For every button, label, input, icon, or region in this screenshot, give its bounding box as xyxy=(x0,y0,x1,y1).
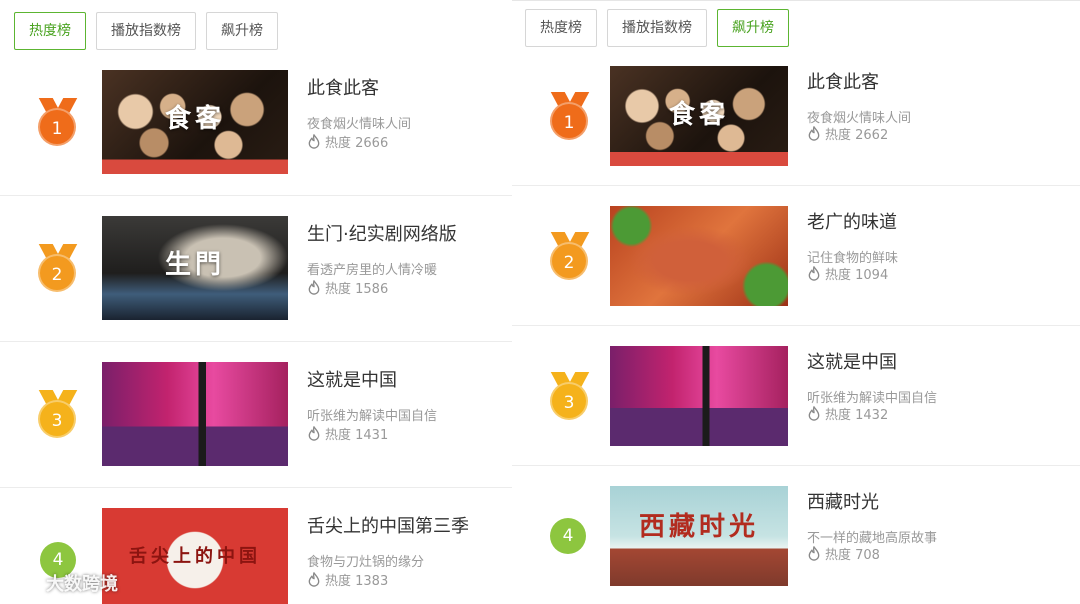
ranking-tabs: 热度榜 播放指数榜 飙升榜 xyxy=(14,12,278,50)
item-title[interactable]: 此食此客 xyxy=(307,74,411,100)
item-info: 生门·纪实剧网络版 看透产房里的人情冷暖 热度 1586 xyxy=(307,220,457,297)
item-subtitle: 食物与刀灶锅的缘分 xyxy=(307,555,425,570)
list-item[interactable]: 1 食客 此食此客 夜食烟火情味人间 热度 2666 xyxy=(0,50,512,196)
rank-number: 4 xyxy=(550,518,586,554)
video-thumbnail[interactable] xyxy=(102,362,288,466)
heat-value: 热度 1094 xyxy=(825,268,889,283)
item-info: 此食此客 夜食烟火情味人间 热度 2666 xyxy=(307,74,412,151)
tab-play-index-ranking[interactable]: 播放指数榜 xyxy=(96,12,196,50)
flame-icon xyxy=(308,280,320,295)
list-item[interactable]: 2 生門 生门·纪实剧网络版 看透产房里的人情冷暖 热度 1586 xyxy=(0,196,512,342)
rank-number: 1 xyxy=(38,108,76,146)
list-item[interactable]: 2 老广的味道 记住食物的鲜味 热度 1094 xyxy=(512,186,1080,326)
gold-medal-icon: 1 xyxy=(550,92,590,144)
tab-rising-ranking[interactable]: 飙升榜 xyxy=(717,9,789,47)
watermark-text: 大数跨境 xyxy=(46,574,118,595)
item-title[interactable]: 此食此客 xyxy=(807,68,911,94)
heat-value: 热度 2662 xyxy=(825,128,889,143)
item-info: 西藏时光 不一样的藏地高原故事 热度 708 xyxy=(807,488,937,563)
flame-icon xyxy=(308,426,320,441)
thumbnail-title: 西藏时光 xyxy=(638,512,759,542)
item-info: 舌尖上的中国第三季 食物与刀灶锅的缘分 热度 1383 xyxy=(307,512,469,589)
heat-stat: 热度 1094 xyxy=(807,264,888,283)
ranking-panel-right: 热度榜 播放指数榜 飙升榜 1 食客 此食此客 夜食烟火情味人间 热度 2662 xyxy=(512,0,1080,604)
item-title[interactable]: 舌尖上的中国第三季 xyxy=(307,512,469,538)
ranking-panel-left: 热度榜 播放指数榜 飙升榜 1 食客 此食此客 夜食烟火情味人间 热度 2666 xyxy=(0,0,512,604)
list-item[interactable]: 4 西藏时光 西藏时光 不一样的藏地高原故事 热度 708 xyxy=(512,466,1080,604)
heat-value: 热度 1586 xyxy=(325,282,389,297)
flame-icon xyxy=(308,572,320,587)
heat-value: 热度 1431 xyxy=(325,428,389,443)
item-subtitle: 夜食烟火情味人间 xyxy=(307,117,412,132)
heat-stat: 热度 2662 xyxy=(807,124,888,143)
heat-value: 热度 1432 xyxy=(825,408,889,423)
flame-icon xyxy=(808,406,820,421)
item-info: 这就是中国 听张维为解读中国自信 热度 1432 xyxy=(807,348,937,423)
heat-value: 热度 2666 xyxy=(325,136,389,151)
heat-stat: 热度 1431 xyxy=(307,424,388,443)
tab-rising-ranking[interactable]: 飙升榜 xyxy=(206,12,278,50)
video-thumbnail[interactable]: 西藏时光 xyxy=(610,486,788,586)
ranking-tabs: 热度榜 播放指数榜 飙升榜 xyxy=(525,9,789,47)
flame-icon xyxy=(808,266,820,281)
video-thumbnail[interactable]: 舌尖上的中国 xyxy=(102,508,288,604)
video-thumbnail[interactable]: 食客 xyxy=(610,66,788,166)
item-subtitle: 看透产房里的人情冷暖 xyxy=(307,263,438,278)
list-item[interactable]: 3 这就是中国 听张维为解读中国自信 热度 1432 xyxy=(512,326,1080,466)
item-title[interactable]: 西藏时光 xyxy=(807,488,937,514)
video-thumbnail[interactable]: 食客 xyxy=(102,70,288,174)
rank-number: 3 xyxy=(550,382,588,420)
thumbnail-title: 食客 xyxy=(668,100,729,130)
rank-number: 2 xyxy=(38,254,76,292)
video-thumbnail[interactable] xyxy=(610,346,788,446)
ranking-list: 1 食客 此食此客 夜食烟火情味人间 热度 2666 2 生門 生门·纪实剧网络… xyxy=(0,50,512,604)
thumbnail-title: 食客 xyxy=(164,104,225,134)
bronze-medal-icon: 3 xyxy=(38,390,78,442)
tab-play-index-ranking[interactable]: 播放指数榜 xyxy=(607,9,707,47)
tab-heat-ranking[interactable]: 热度榜 xyxy=(525,9,597,47)
heat-value: 热度 708 xyxy=(825,548,880,563)
rank-number: 2 xyxy=(550,242,588,280)
item-title[interactable]: 这就是中国 xyxy=(807,348,937,374)
rank-number: 3 xyxy=(38,400,76,438)
bronze-medal-icon: 3 xyxy=(550,372,590,424)
heat-stat: 热度 708 xyxy=(807,544,880,563)
flame-icon xyxy=(308,134,320,149)
thumbnail-title: 生門 xyxy=(164,250,225,280)
heat-stat: 热度 1383 xyxy=(307,570,388,589)
gold-medal-icon: 1 xyxy=(38,98,78,150)
watermark: 大数跨境 xyxy=(8,570,118,596)
heat-stat: 热度 1586 xyxy=(307,278,388,297)
chat-bubble-icon xyxy=(10,574,38,593)
item-info: 老广的味道 记住食物的鲜味 热度 1094 xyxy=(807,208,898,283)
heat-stat: 热度 2666 xyxy=(307,132,388,151)
flame-icon xyxy=(808,126,820,141)
item-info: 这就是中国 听张维为解读中国自信 热度 1431 xyxy=(307,366,438,443)
heat-stat: 热度 1432 xyxy=(807,404,888,423)
video-thumbnail[interactable] xyxy=(610,206,788,306)
list-item[interactable]: 3 这就是中国 听张维为解读中国自信 热度 1431 xyxy=(0,342,512,488)
flame-icon xyxy=(808,546,820,561)
rank-number: 1 xyxy=(550,102,588,140)
item-title[interactable]: 这就是中国 xyxy=(307,366,437,392)
item-title[interactable]: 老广的味道 xyxy=(807,208,898,234)
silver-medal-icon: 2 xyxy=(38,244,78,296)
item-subtitle: 听张维为解读中国自信 xyxy=(307,409,438,424)
video-thumbnail[interactable]: 生門 xyxy=(102,216,288,320)
thumbnail-title: 舌尖上的中国 xyxy=(129,546,261,567)
item-info: 此食此客 夜食烟火情味人间 热度 2662 xyxy=(807,68,911,143)
tab-heat-ranking[interactable]: 热度榜 xyxy=(14,12,86,50)
silver-medal-icon: 2 xyxy=(550,232,590,284)
item-title[interactable]: 生门·纪实剧网络版 xyxy=(307,220,457,246)
ranking-list: 1 食客 此食此客 夜食烟火情味人间 热度 2662 2 老广的味道 记住食物的… xyxy=(512,46,1080,604)
heat-value: 热度 1383 xyxy=(325,574,389,589)
list-item[interactable]: 1 食客 此食此客 夜食烟火情味人间 热度 2662 xyxy=(512,46,1080,186)
